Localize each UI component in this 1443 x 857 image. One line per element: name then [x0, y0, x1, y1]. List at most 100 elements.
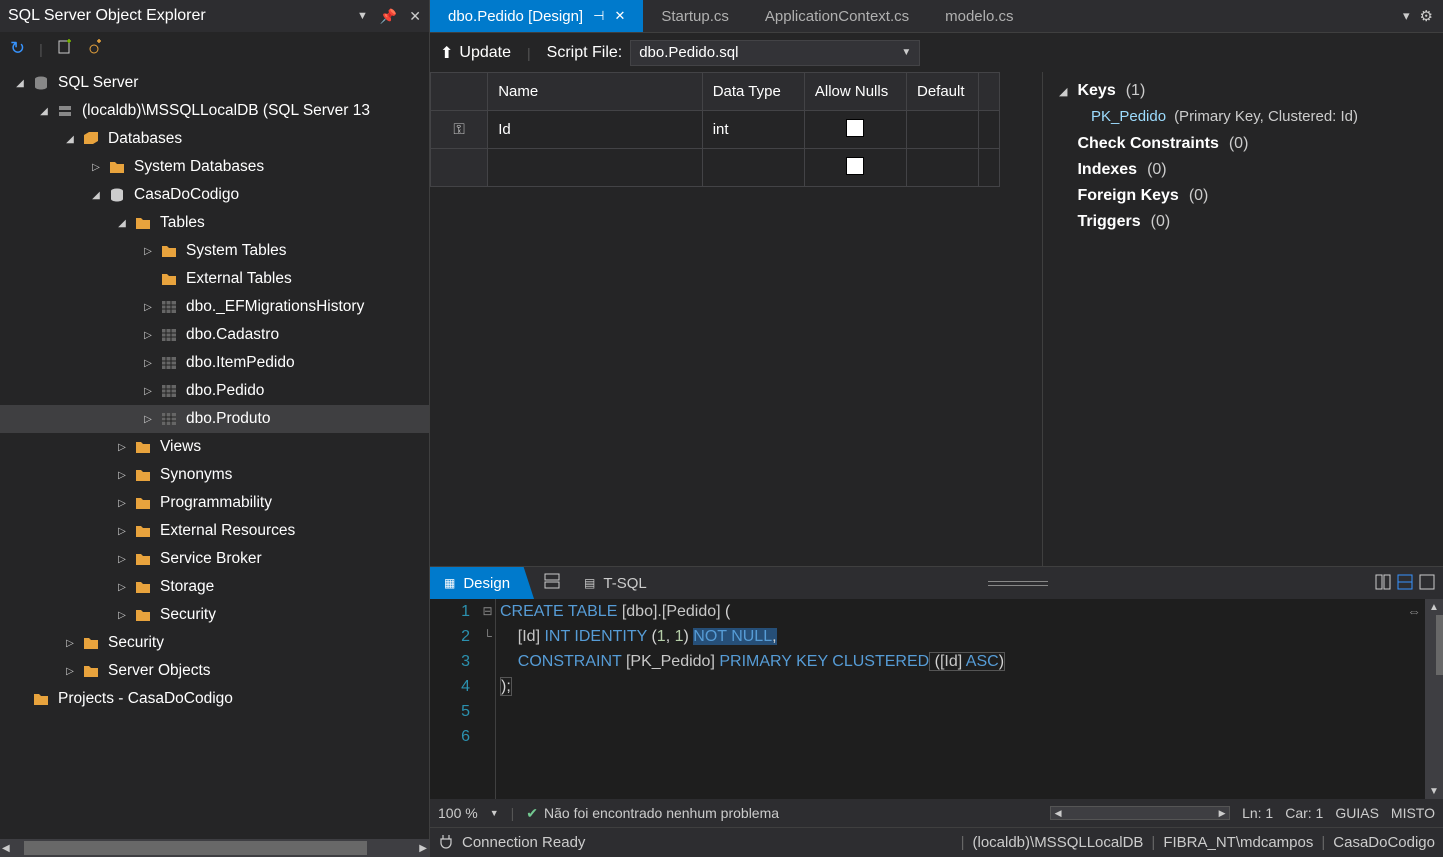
sql-token: KEY — [792, 653, 828, 670]
tree-external-resources[interactable]: ▷External Resources — [0, 517, 429, 545]
tree-system-tables[interactable]: ▷System Tables — [0, 237, 429, 265]
refresh-icon[interactable]: ↻ — [10, 38, 25, 59]
tree-table-produto[interactable]: ▷dbo.Produto — [0, 405, 429, 433]
grid-cell-type[interactable]: int — [702, 111, 804, 149]
lineending-indicator[interactable]: MISTO — [1391, 805, 1435, 821]
grid-cell-default-new[interactable] — [907, 149, 979, 187]
tree-databases[interactable]: ◢Databases — [0, 125, 429, 153]
tabs-indicator[interactable]: GUIAS — [1335, 805, 1379, 821]
dropdown-icon[interactable]: ▼ — [357, 10, 368, 22]
tab-label: ApplicationContext.cs — [765, 8, 909, 25]
code-text[interactable]: CREATE TABLE [dbo].[Pedido] ( [Id] INT I… — [496, 599, 1403, 799]
zoom-level[interactable]: 100 % — [438, 805, 478, 821]
connection-status-bar: Connection Ready | (localdb)\MSSQLLocalD… — [430, 827, 1443, 857]
tree-external-tables[interactable]: ▷External Tables — [0, 265, 429, 293]
grid-new-row-indicator — [431, 149, 488, 187]
add-server-icon[interactable] — [57, 39, 73, 58]
zoom-dropdown-icon[interactable]: ▼ — [490, 808, 499, 818]
code-tab-design[interactable]: ▦ Design — [430, 567, 534, 599]
tab-pedido-design[interactable]: dbo.Pedido [Design] ⊣ ✕ — [430, 0, 643, 32]
tab-applicationcontext[interactable]: ApplicationContext.cs — [747, 0, 927, 32]
grid-header-default[interactable]: Default — [907, 73, 979, 111]
pin-icon[interactable]: ⊣ — [593, 8, 604, 24]
grid-header-nulls[interactable]: Allow Nulls — [804, 73, 906, 111]
sql-token: INT — [540, 628, 570, 645]
grid-header-name[interactable]: Name — [488, 73, 703, 111]
tree-server-objects[interactable]: ▷Server Objects — [0, 657, 429, 685]
error-status[interactable]: ✔ Não foi encontrado nenhum problema — [526, 805, 779, 822]
update-label: Update — [459, 44, 511, 62]
props-check-constraints[interactable]: ◢Check Constraints(0) — [1059, 135, 1427, 153]
code-vscrollbar[interactable]: ▲ ▼ — [1425, 599, 1443, 799]
pin-icon[interactable]: 📌 — [380, 8, 397, 25]
tree-views[interactable]: ▷Views — [0, 433, 429, 461]
grid-cell-name-new[interactable] — [488, 149, 703, 187]
props-cc-label: Check Constraints — [1077, 135, 1218, 153]
grid-cell-name[interactable]: Id — [488, 111, 703, 149]
tree-security-server[interactable]: ▷Security — [0, 629, 429, 657]
tree-db-casadocodigo[interactable]: ◢CasaDoCodigo — [0, 181, 429, 209]
tree-sql-server-root[interactable]: ◢SQL Server — [0, 69, 429, 97]
tab-startup[interactable]: Startup.cs — [643, 0, 747, 32]
tab-overflow-icon[interactable]: ▾ — [1403, 8, 1410, 24]
fold-gutter[interactable]: ⊟└ — [480, 599, 496, 799]
tree-service-broker[interactable]: ▷Service Broker — [0, 545, 429, 573]
tree-table-efmigrations[interactable]: ▷dbo._EFMigrationsHistory — [0, 293, 429, 321]
properties-pane: ◢Keys(1) PK_Pedido(Primary Key, Clustere… — [1043, 72, 1443, 566]
sql-token: ASC — [962, 653, 998, 670]
layout-toggle-icon[interactable] — [1375, 574, 1391, 593]
grid-cell-nulls-new[interactable] — [804, 149, 906, 187]
grid-cell-default[interactable] — [907, 111, 979, 149]
settings-icon[interactable]: ⚙ — [1420, 7, 1433, 25]
sql-token: IDENTITY — [570, 628, 647, 645]
tree-synonyms[interactable]: ▷Synonyms — [0, 461, 429, 489]
grid-cell-nulls[interactable] — [804, 111, 906, 149]
grid-row-new[interactable] — [431, 149, 1000, 187]
sql-token: NOT — [693, 628, 726, 645]
close-tab-icon[interactable]: ✕ — [614, 8, 625, 24]
update-button[interactable]: ⬆ Update — [440, 43, 511, 63]
layout-toggle2-icon[interactable] — [1397, 574, 1413, 593]
grid-row-id[interactable]: ⚿ Id int — [431, 111, 1000, 149]
props-fk-label: Foreign Keys — [1077, 187, 1178, 205]
code-hscrollbar[interactable]: ◀▶ — [1050, 806, 1230, 820]
tree-tables[interactable]: ◢Tables — [0, 209, 429, 237]
col-indicator[interactable]: Car: 1 — [1285, 805, 1323, 821]
props-pk[interactable]: PK_Pedido(Primary Key, Clustered: Id) — [1091, 108, 1427, 125]
tree-projects[interactable]: ▷Projects - CasaDoCodigo — [0, 685, 429, 713]
tree-label: System Databases — [134, 158, 264, 176]
code-editor[interactable]: 123456 ⊟└ CREATE TABLE [dbo].[Pedido] ( … — [430, 599, 1443, 799]
tree-table-pedido[interactable]: ▷dbo.Pedido — [0, 377, 429, 405]
tree-system-databases[interactable]: ▷System Databases — [0, 153, 429, 181]
tree-table-cadastro[interactable]: ▷dbo.Cadastro — [0, 321, 429, 349]
code-tab-tsql[interactable]: ▤ T-SQL — [570, 567, 661, 599]
props-foreign-keys[interactable]: ◢Foreign Keys(0) — [1059, 187, 1427, 205]
tree-programmability[interactable]: ▷Programmability — [0, 489, 429, 517]
tree-security-db[interactable]: ▷Security — [0, 601, 429, 629]
tree-server-instance[interactable]: ◢(localdb)\MSSQLLocalDB (SQL Server 13 — [0, 97, 429, 125]
object-explorer-panel: SQL Server Object Explorer ▼ 📌 ✕ ↻ | ◢SQ… — [0, 0, 430, 857]
tree-label: dbo._EFMigrationsHistory — [186, 298, 364, 316]
props-indexes[interactable]: ◢Indexes(0) — [1059, 161, 1427, 179]
props-triggers[interactable]: ◢Triggers(0) — [1059, 213, 1427, 231]
code-tab-split[interactable] — [534, 567, 570, 599]
props-cc-count: (0) — [1229, 135, 1249, 153]
tree-label: Security — [160, 606, 216, 624]
close-icon[interactable]: ✕ — [409, 8, 421, 25]
tab-modelo[interactable]: modelo.cs — [927, 0, 1031, 32]
script-file-dropdown[interactable]: dbo.Pedido.sql ▼ — [630, 40, 920, 66]
add-query-icon[interactable] — [87, 39, 103, 58]
layout-toggle3-icon[interactable] — [1419, 574, 1435, 593]
sql-token: NULL — [727, 628, 772, 645]
grid-header-type[interactable]: Data Type — [702, 73, 804, 111]
explorer-hscrollbar[interactable]: ◀ ▶ — [0, 839, 429, 857]
split-handle-icon[interactable]: ⇔ — [1407, 603, 1421, 619]
line-indicator[interactable]: Ln: 1 — [1242, 805, 1273, 821]
splitter-handle[interactable] — [988, 581, 1048, 586]
tree-table-itempedido[interactable]: ▷dbo.ItemPedido — [0, 349, 429, 377]
props-keys[interactable]: ◢Keys(1) — [1059, 82, 1427, 100]
tab-label: dbo.Pedido [Design] — [448, 8, 583, 25]
tree-label: Programmability — [160, 494, 272, 512]
tree-storage[interactable]: ▷Storage — [0, 573, 429, 601]
grid-cell-type-new[interactable] — [702, 149, 804, 187]
